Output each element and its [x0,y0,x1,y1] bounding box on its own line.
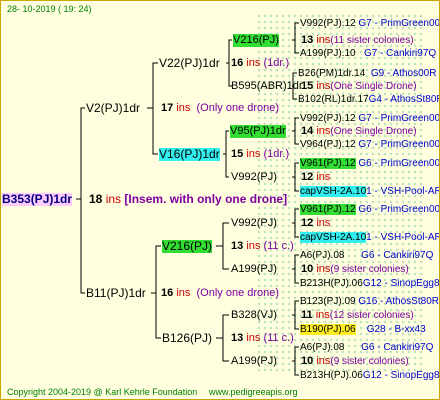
gen2-info-1: 16 ins (1dr.) [231,57,290,69]
gen3-info-7: 11 ins(12 sister colonies) [301,309,414,321]
gen3-info-8: 10 ins(9 sister colonies) [301,355,409,367]
gen4-row-11[interactable]: A6(PJ).08 G6 - Cankiri97Q [300,249,433,262]
gen3-info-2: 15 ins(One Single Drone) [301,80,417,92]
gen3-queen-1[interactable]: V216(PJ) [233,34,279,47]
gen1-info-1: 17 ins (Only one drone) [161,102,280,114]
gen3-queen-6[interactable]: A199(PJ) [231,263,277,276]
gen4-row-13[interactable]: B123(PJ).09 G16 - AthosSt80R [300,295,439,308]
gen4-row-6[interactable]: V964(PJ).12 G7 - PrimGreen00 [300,138,439,151]
gen4-row-3[interactable]: B26(PM)1dr.14 G9 - Athos00R [298,67,436,80]
date-stamp: 28- 10-2019 ( 19: 24) [7,4,92,14]
gen1-queen-2[interactable]: B11(PJ)1dr [86,287,146,300]
gen4-row-1[interactable]: V992(PJ).12 G7 - PrimGreen00 [300,17,439,30]
site-link[interactable]: www.pedigreeapis.org [209,387,298,397]
gen3-info-6: 10 ins(9 sister colonies) [301,263,409,275]
root-queen[interactable]: B353(PJ)1dr [2,193,73,206]
copyright-text: Copyright 2004-2019 @ Karl Kehrle Founda… [7,387,198,397]
gen3-queen-2[interactable]: B595(ABR)1dr [231,80,303,93]
gen4-row-16[interactable]: B213H(PJ).06G12 - SinopEgg86R [300,369,439,382]
gen4-row-9[interactable]: V961(PJ).12 G6 - PrimGreen00 [300,203,439,216]
gen2-info-3: 13 ins (11 c.) [231,240,294,252]
gen1-queen-1[interactable]: V2(PJ)1dr [86,102,140,115]
gen2-info-4: 13 ins (11 c.) [231,332,294,344]
gen2-queen-3[interactable]: V216(PJ) [162,240,213,253]
gen2-queen-2[interactable]: V16(PJ)1dr [159,148,220,161]
gen3-queen-7[interactable]: B328(VJ) [231,309,277,322]
gen3-queen-5[interactable]: V992(PJ) [231,217,277,230]
gen3-queen-8[interactable]: A199(PJ) [231,355,277,368]
gen4-row-14[interactable]: B190(PJ).06 G28 - B-xx43 [300,323,426,336]
gen4-row-5[interactable]: V992(PJ).12 G7 - PrimGreen00 [300,112,439,125]
gen4-row-15[interactable]: A6(PJ).08 G6 - Cankiri97Q [300,341,433,354]
gen4-row-8[interactable]: capVSH-2A.101 - VSH-Pool-AR [300,185,439,198]
gen4-row-12[interactable]: B213H(PJ).06G12 - SinopEgg86R [300,277,439,290]
gen3-queen-3[interactable]: V95(PJ)1dr [230,125,286,138]
gen3-info-5: 12 ins [301,217,331,229]
gen2-queen-1[interactable]: V22(PJ)1dr [159,57,220,70]
gen3-info-4: 12 ins [301,171,331,183]
gen4-row-10[interactable]: capVSH-2A.101 - VSH-Pool-AR [300,231,439,244]
gen4-row-2[interactable]: A199(PJ).10 G7 - Cankiri97Q [300,47,436,60]
pedigree-canvas: 28- 10-2019 ( 19: 24) B353(PJ)1dr 18 ins… [0,0,440,400]
gen4-row-4[interactable]: B102(RL)1dr.17G4 - AthosSt80R [298,93,439,106]
gen2-queen-4[interactable]: B126(PJ) [162,332,212,345]
gen3-info-3: 14 ins(One Single Drone) [301,125,417,137]
gen3-queen-4[interactable]: V992(PJ) [231,171,277,184]
gen3-info-1: 13 ins(11 sister colonies) [301,34,414,46]
gen1-info-2: 16 ins (Only one drone) [161,287,280,299]
root-insem-info: 18 ins [Insem. with only one drone] [89,192,288,206]
gen4-row-7[interactable]: V961(PJ).12 G6 - PrimGreen00 [300,157,439,170]
gen2-info-2: 15 ins (1dr.) [231,148,290,160]
